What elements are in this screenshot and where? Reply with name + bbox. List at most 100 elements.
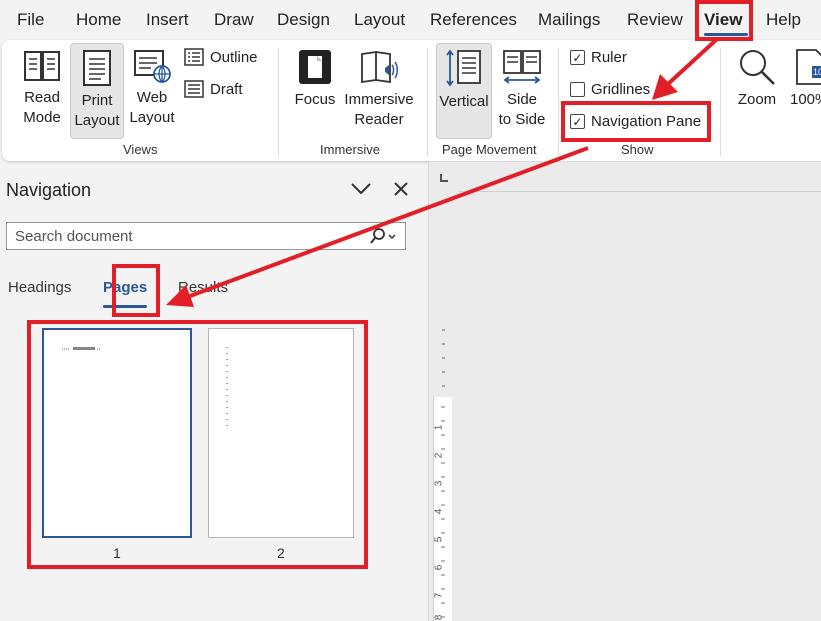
navigation-pane: Navigation Headings Pages Results 1 2 (0, 168, 428, 621)
navigation-pane-check-mark[interactable]: ✓ (570, 114, 585, 129)
search-box[interactable] (6, 222, 406, 250)
draft-icon (184, 80, 204, 98)
immersive-reader-label-2: Reader (354, 111, 404, 128)
ruler-number-2: 2 (433, 452, 445, 459)
ruler-number-8: 8 (433, 614, 445, 621)
nav-tab-headings[interactable]: Headings (8, 279, 71, 296)
tab-mailings[interactable]: Mailings (538, 10, 600, 30)
ruler-label: Ruler (591, 49, 627, 66)
navigation-pane-checkbox[interactable]: ✓ Navigation Pane (570, 113, 701, 130)
print-layout-label-1: Print (81, 92, 113, 109)
tab-file[interactable]: File (17, 10, 44, 30)
page-number-1: 1 (113, 545, 121, 561)
magnifier-icon (740, 50, 775, 85)
tab-stop-selector[interactable] (440, 174, 448, 182)
menu-tab-bar: File Home Insert Draw Design Layout Refe… (0, 0, 821, 40)
svg-text:100: 100 (813, 67, 821, 77)
gridlines-check-box[interactable] (570, 82, 585, 97)
focus-icon (299, 50, 331, 84)
page-movement-group-label: Page Movement (442, 142, 537, 157)
gridlines-label: Gridlines (591, 81, 651, 98)
active-tab-indicator (704, 33, 748, 36)
immersive-reader-icon (361, 50, 398, 84)
print-layout-label-2: Layout (74, 112, 120, 129)
tab-home[interactable]: Home (76, 10, 121, 30)
side-to-side-button[interactable]: Side to Side (494, 48, 550, 130)
side-to-side-icon (503, 50, 541, 84)
ribbon: Read Mode Print Layout Web Layout Outlin… (2, 40, 821, 161)
focus-button[interactable]: Focus (292, 48, 338, 110)
tab-references[interactable]: References (430, 10, 517, 30)
document-area[interactable]: 1 2 3 4 5 6 7 8 (428, 162, 821, 621)
web-layout-label-1: Web (136, 89, 168, 106)
ruler-checkbox[interactable]: ✓ Ruler (570, 49, 627, 66)
ruler-number-4: 4 (433, 508, 445, 515)
navigation-pane-label: Navigation Pane (591, 113, 702, 130)
print-layout-button[interactable]: Print Layout (70, 43, 124, 139)
side-to-side-label-1: Side (506, 91, 538, 108)
ruler-number-3: 3 (433, 480, 445, 487)
nav-tab-pages[interactable]: Pages (103, 279, 147, 296)
outline-icon (184, 48, 204, 66)
vertical-ruler[interactable]: 1 2 3 4 5 6 7 8 (433, 322, 452, 621)
web-layout-button[interactable]: Web Layout (126, 48, 178, 128)
vertical-ruler-ticks (441, 406, 445, 618)
draft-label: Draft (210, 80, 243, 98)
side-to-side-label-2: to Side (498, 111, 546, 128)
ruler-check-mark[interactable]: ✓ (570, 50, 585, 65)
tab-design[interactable]: Design (277, 10, 330, 30)
page-100-icon: 100 (796, 49, 821, 85)
search-icon[interactable] (369, 227, 397, 245)
zoom-100-button[interactable]: 100 100% (790, 48, 821, 110)
group-separator (720, 48, 721, 156)
print-layout-icon (83, 50, 111, 86)
zoom-label: Zoom (737, 91, 777, 108)
immersive-reader-button[interactable]: Immersive Reader (344, 48, 414, 130)
immersive-reader-label-1: Immersive (344, 91, 414, 108)
web-layout-icon (134, 50, 171, 83)
horizontal-ruler[interactable] (459, 171, 821, 192)
draft-button[interactable]: Draft (184, 80, 243, 98)
focus-label: Focus (294, 91, 336, 108)
ruler-number-1: 1 (433, 424, 445, 431)
nav-tab-results[interactable]: Results (178, 279, 228, 296)
page-thumbnail-2[interactable] (208, 328, 354, 538)
gridlines-checkbox[interactable]: Gridlines (570, 81, 650, 98)
immersive-group-label: Immersive (320, 142, 380, 157)
ruler-number-5: 5 (433, 536, 445, 543)
group-separator (427, 48, 428, 156)
ruler-number-6: 6 (433, 564, 445, 571)
page-number-2: 2 (277, 545, 285, 561)
nav-active-tab-indicator (103, 305, 147, 308)
tab-draw[interactable]: Draw (214, 10, 254, 30)
navigation-pane-title: Navigation (6, 180, 92, 200)
outline-button[interactable]: Outline (184, 48, 258, 66)
tab-view[interactable]: View (704, 10, 742, 30)
group-separator (278, 48, 279, 156)
web-layout-label-2: Layout (129, 109, 175, 126)
tab-layout[interactable]: Layout (354, 10, 405, 30)
chevron-down-icon[interactable] (350, 182, 372, 196)
read-mode-icon (24, 51, 60, 81)
read-mode-label-1: Read (24, 89, 60, 106)
tab-review[interactable]: Review (627, 10, 683, 30)
search-input[interactable] (13, 227, 367, 246)
ruler-number-7: 7 (433, 592, 445, 599)
page-thumbnail-1[interactable] (42, 328, 192, 538)
tab-help[interactable]: Help (766, 10, 801, 30)
vertical-icon (446, 49, 481, 87)
group-separator (558, 48, 559, 156)
views-group-label: Views (123, 142, 158, 157)
zoom-100-label: 100% (790, 91, 821, 108)
page-2-preview (226, 347, 228, 431)
page-1-preview (62, 347, 101, 350)
read-mode-label-2: Mode (23, 109, 61, 126)
show-group-label: Show (621, 142, 654, 157)
vertical-label: Vertical (439, 93, 489, 110)
tab-insert[interactable]: Insert (146, 10, 189, 30)
read-mode-button[interactable]: Read Mode (16, 48, 68, 128)
close-icon[interactable] (393, 181, 409, 197)
zoom-button[interactable]: Zoom (730, 48, 784, 110)
vertical-button[interactable]: Vertical (436, 43, 492, 139)
outline-label: Outline (210, 48, 258, 66)
